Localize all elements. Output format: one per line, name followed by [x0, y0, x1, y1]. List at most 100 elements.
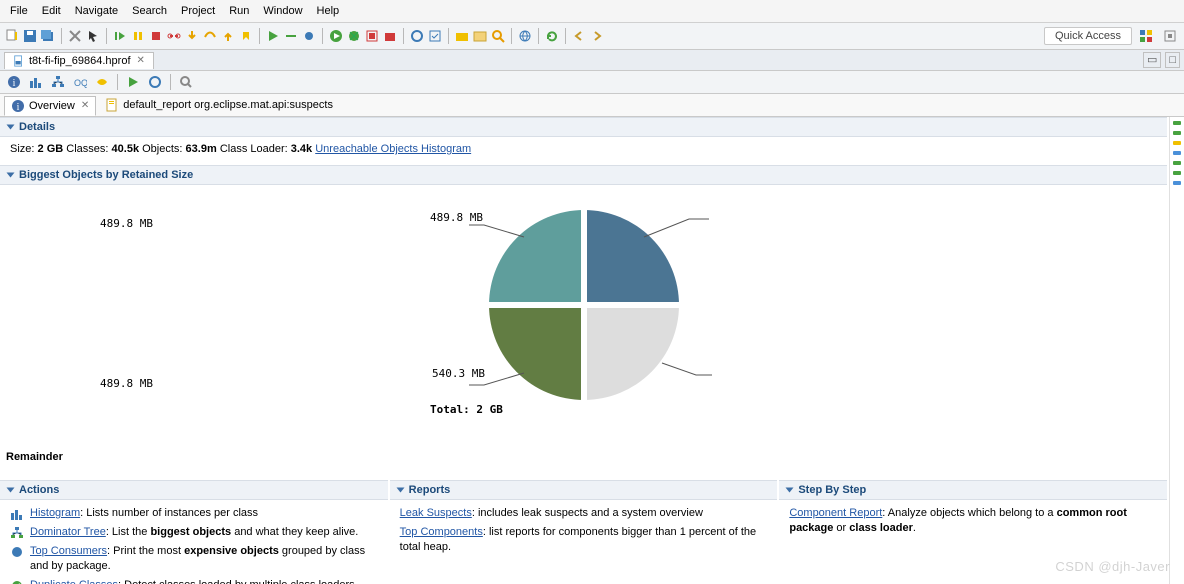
breakpoint-icon[interactable] [301, 28, 317, 44]
content-pane: Details Size: 2 GB Classes: 40.5k Object… [0, 117, 1169, 584]
component-report-link[interactable]: Component Report [789, 507, 882, 519]
close-icon[interactable]: ✕ [135, 55, 145, 66]
skip-icon[interactable] [112, 28, 128, 44]
debug-icon[interactable] [346, 28, 362, 44]
editor-tab-label: t8t-fi-fip_69864.hprof [29, 55, 131, 67]
oql-icon[interactable]: OQL [72, 74, 88, 90]
project-icon[interactable] [472, 28, 488, 44]
menu-edit[interactable]: Edit [36, 3, 67, 19]
pie-slice-bl[interactable] [489, 305, 584, 400]
save-icon[interactable] [22, 28, 38, 44]
new-icon[interactable] [4, 28, 20, 44]
objects-value: 63.9m [186, 143, 217, 155]
action-dominator: Dominator Tree: List the biggest objects… [0, 523, 388, 542]
open-query-icon[interactable] [147, 74, 163, 90]
info-icon[interactable]: i [6, 74, 22, 90]
tree-icon [10, 526, 24, 540]
step-into-icon[interactable] [184, 28, 200, 44]
search-icon[interactable] [490, 28, 506, 44]
step-return-icon[interactable] [220, 28, 236, 44]
report-top-components: Top Components: list reports for compone… [390, 523, 778, 557]
dominator-link[interactable]: Dominator Tree [30, 526, 106, 538]
open-type-icon[interactable] [409, 28, 425, 44]
resume-icon[interactable] [265, 28, 281, 44]
saveall-icon[interactable] [40, 28, 56, 44]
menu-run[interactable]: Run [223, 3, 255, 19]
pointer-icon[interactable] [85, 28, 101, 44]
menu-search[interactable]: Search [126, 3, 173, 19]
open-perspective-icon[interactable] [1162, 28, 1178, 44]
duplicate-classes-link[interactable]: Duplicate Classes [30, 579, 118, 584]
pie-slice-tl[interactable] [489, 210, 584, 305]
histogram-link[interactable]: Histogram [30, 507, 80, 519]
reports-column: Reports Leak Suspects: includes leak sus… [390, 479, 778, 584]
coverage-icon[interactable] [364, 28, 380, 44]
marker-icon[interactable] [1173, 171, 1181, 175]
minimize-icon[interactable]: ▭ [1143, 52, 1161, 68]
pie-slice-br[interactable] [584, 305, 679, 400]
run-icon[interactable] [328, 28, 344, 44]
unreachable-link[interactable]: Unreachable Objects Histogram [315, 143, 471, 155]
marker-icon[interactable] [1173, 121, 1181, 125]
svg-text:i: i [13, 78, 16, 89]
stop-icon[interactable] [148, 28, 164, 44]
menu-navigate[interactable]: Navigate [69, 3, 124, 19]
drop-frame-icon[interactable] [238, 28, 254, 44]
top-consumers-link[interactable]: Top Consumers [30, 545, 107, 557]
reports-header[interactable]: Reports [390, 480, 778, 500]
step-component-report: Component Report: Analyze objects which … [779, 504, 1167, 538]
suspend-icon[interactable] [283, 28, 299, 44]
run-report-icon[interactable] [125, 74, 141, 90]
cut-icon[interactable] [67, 28, 83, 44]
threads-icon[interactable] [94, 74, 110, 90]
marker-icon[interactable] [1173, 181, 1181, 185]
loader-label: Class Loader: [220, 143, 288, 155]
globe-icon[interactable] [517, 28, 533, 44]
editor-tab-bar: t8t-fi-fip_69864.hprof ✕ ▭ □ [0, 50, 1184, 71]
tab-overview[interactable]: i Overview ✕ [4, 96, 96, 116]
perspective-icon[interactable] [1138, 28, 1154, 44]
disconnect-icon[interactable] [166, 28, 182, 44]
classes-value: 40.5k [112, 143, 140, 155]
details-header[interactable]: Details [0, 117, 1167, 137]
step-over-icon[interactable] [202, 28, 218, 44]
menu-bar: File Edit Navigate Search Project Run Wi… [0, 0, 1184, 23]
pie-label-tl: 489.8 MB [100, 217, 153, 230]
pie-label-bl: 489.8 MB [100, 377, 153, 390]
toolbar-separator [322, 28, 323, 44]
histogram-bars-icon[interactable] [28, 74, 44, 90]
main-toolbar: Quick Access [0, 23, 1184, 50]
step-header[interactable]: Step By Step [779, 480, 1167, 500]
editor-tab-hprof[interactable]: t8t-fi-fip_69864.hprof ✕ [4, 52, 154, 69]
close-icon[interactable]: ✕ [79, 100, 89, 111]
pie-slice-tr[interactable] [584, 210, 679, 305]
marker-icon[interactable] [1173, 161, 1181, 165]
menu-file[interactable]: File [4, 3, 34, 19]
actions-column: Actions Histogram: Lists number of insta… [0, 479, 388, 584]
menu-project[interactable]: Project [175, 3, 221, 19]
tab-suspects[interactable]: default_report org.eclipse.mat.api:suspe… [98, 95, 340, 115]
report-icon [105, 98, 119, 112]
marker-icon[interactable] [1173, 131, 1181, 135]
menu-help[interactable]: Help [311, 3, 346, 19]
open-resource-icon[interactable] [454, 28, 470, 44]
open-task-icon[interactable] [427, 28, 443, 44]
find-icon[interactable] [178, 74, 194, 90]
quick-access[interactable]: Quick Access [1044, 27, 1132, 45]
menu-window[interactable]: Window [257, 3, 308, 19]
top-components-link[interactable]: Top Components [400, 526, 483, 538]
actions-header[interactable]: Actions [0, 480, 388, 500]
maximize-icon[interactable]: □ [1165, 52, 1180, 68]
refresh-icon[interactable] [544, 28, 560, 44]
back-icon[interactable] [571, 28, 587, 44]
marker-icon[interactable] [1173, 141, 1181, 145]
tree-icon[interactable] [50, 74, 66, 90]
histogram-bars-icon [10, 507, 24, 521]
forward-icon[interactable] [589, 28, 605, 44]
ext-tools-icon[interactable] [382, 28, 398, 44]
toolbar-separator [448, 28, 449, 44]
leak-suspects-link[interactable]: Leak Suspects [400, 507, 472, 519]
marker-icon[interactable] [1173, 151, 1181, 155]
pause-icon[interactable] [130, 28, 146, 44]
loader-value: 3.4k [291, 143, 312, 155]
